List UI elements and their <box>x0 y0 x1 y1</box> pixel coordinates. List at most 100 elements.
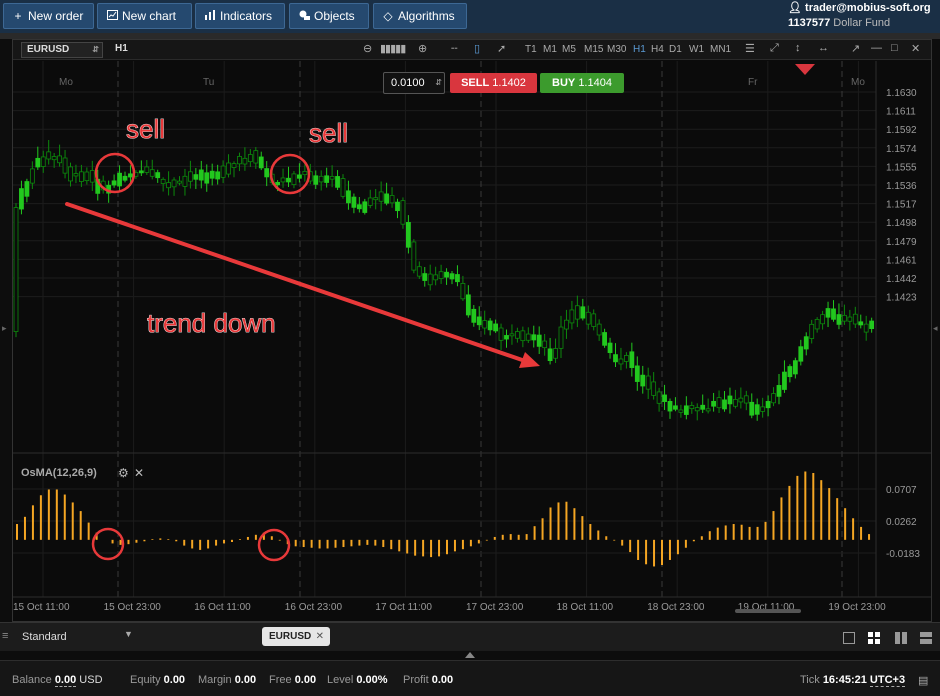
candle-body <box>482 320 488 329</box>
tab-eurusd[interactable]: EURUSD ✕ <box>262 627 330 646</box>
candle-body <box>733 399 738 407</box>
close-tab-icon[interactable]: ✕ <box>316 627 324 646</box>
workspace-dropdown-icon[interactable]: ▼ <box>124 629 133 639</box>
time-tick-label: 17 Oct 11:00 <box>375 602 432 613</box>
horizontal-line-icon[interactable]: ↔ <box>818 42 829 54</box>
sell-button[interactable]: SELL 1.1402 <box>450 73 537 93</box>
candle-body <box>645 375 651 390</box>
timeframe-t1[interactable]: T1 <box>525 44 537 55</box>
candle-body <box>863 323 869 333</box>
zoom-slider[interactable]: ▮▮▮▮▮ <box>380 42 406 55</box>
updown-icon: ⇵ <box>92 45 99 54</box>
day-label: Mo <box>59 77 73 88</box>
algorithms-button[interactable]: ◇ Algorithms <box>373 3 467 29</box>
trend-arrow-head <box>519 352 540 368</box>
candle-body <box>444 271 449 278</box>
candle-body <box>335 176 340 188</box>
candle-body <box>738 397 744 403</box>
layout-single-icon[interactable] <box>843 632 855 644</box>
candle-body <box>182 175 188 187</box>
candle-body <box>138 170 144 174</box>
free-margin: Free 0.00 <box>269 674 317 686</box>
candle-body <box>836 314 842 325</box>
indicators-button[interactable]: Indicators <box>195 3 285 29</box>
chart-canvas[interactable]: 1.1630 1.1611 1.1592 1.1574 1.1555 1.1536 1.15… <box>13 61 931 621</box>
indicator-settings-icon: ⚙ <box>118 466 129 480</box>
candle-body <box>395 201 400 212</box>
candle-body <box>51 156 57 161</box>
line-chart-icon[interactable]: ➚ <box>497 42 506 55</box>
margin: Margin 0.00 <box>198 674 257 686</box>
horizontal-scrollbar <box>735 609 801 613</box>
price-tick-label: 1.1461 <box>886 255 917 266</box>
candle-body <box>525 333 531 341</box>
crosshair-icon[interactable]: ⤢ <box>770 42 779 55</box>
candle-body <box>471 308 477 323</box>
indicators-label: Indicators <box>220 9 273 23</box>
new-order-button[interactable]: + New order <box>3 3 94 29</box>
zoom-in-icon[interactable]: ⊕ <box>418 42 427 55</box>
volume-stepper[interactable]: ⇵ <box>435 73 442 93</box>
candle-body <box>155 172 161 179</box>
price-tick-label: 1.1423 <box>886 293 917 304</box>
buy-button[interactable]: BUY 1.1404 <box>540 73 624 93</box>
time-tick-label: 18 Oct 11:00 <box>557 602 614 613</box>
candle-body <box>275 181 281 186</box>
price-tick-label: 1.1442 <box>886 274 917 285</box>
diamond-icon: ◇ <box>383 9 393 23</box>
timeframe-m1[interactable]: M1 <box>543 44 557 55</box>
timeframe-d1[interactable]: D1 <box>669 44 682 55</box>
candle-body <box>460 283 466 300</box>
timeframe-w1[interactable]: W1 <box>689 44 704 55</box>
symbol-selector[interactable]: EURUSD ⇵ <box>21 42 103 58</box>
candle-body <box>198 169 204 181</box>
timeframe-m30[interactable]: M30 <box>607 44 626 55</box>
candle-body <box>455 274 460 283</box>
left-collapse-arrow[interactable]: ▸ <box>2 323 7 334</box>
timeframe-h4[interactable]: H4 <box>651 44 664 55</box>
candle-body <box>651 381 657 396</box>
right-collapse-arrow[interactable]: ◂ <box>933 323 938 334</box>
layout-columns-icon[interactable] <box>895 632 907 644</box>
osma-tick-label: 0.0262 <box>886 517 917 528</box>
panel-handle-icon[interactable] <box>465 652 475 658</box>
minimize-icon[interactable]: — <box>871 42 882 54</box>
candle-body <box>237 156 242 165</box>
candle-body <box>852 313 858 325</box>
new-order-label: New order <box>28 9 84 23</box>
candle-chart-icon[interactable]: ▯ <box>474 42 480 55</box>
account-info[interactable]: 👤︎ trader@mobius-soft.org 1137577 Dollar… <box>788 1 936 31</box>
new-chart-button[interactable]: New chart <box>97 3 192 29</box>
layout-grid-icon[interactable] <box>868 632 880 644</box>
detach-icon[interactable]: ↗ <box>851 42 860 55</box>
volume-input[interactable]: 0.0100 ⇵ <box>383 72 445 94</box>
price-tick-label: 1.1592 <box>886 125 917 136</box>
timeframe-m15[interactable]: M15 <box>584 44 603 55</box>
candle-body <box>19 188 24 210</box>
price-tick-label: 1.1630 <box>886 88 917 99</box>
menu-icon[interactable]: ≡ <box>2 630 8 642</box>
chart-settings-icon[interactable]: ☰ <box>745 42 755 55</box>
bar-chart-icon[interactable]: ╌ <box>451 42 458 55</box>
close-chart-icon[interactable]: ✕ <box>911 42 920 55</box>
candle-body <box>683 405 689 415</box>
timeframe-h1[interactable]: H1 <box>633 44 646 55</box>
maximize-icon[interactable]: □ <box>891 42 898 54</box>
candle-body <box>177 180 182 184</box>
timeframe-mn1[interactable]: MN1 <box>710 44 731 55</box>
layout-rows-icon[interactable] <box>920 632 932 644</box>
candle-body <box>367 197 373 206</box>
candle-body <box>29 168 35 184</box>
candle-body <box>700 404 706 410</box>
candle-body <box>384 193 390 204</box>
candle-body <box>825 308 831 318</box>
workspace-selector[interactable]: Standard <box>22 631 67 643</box>
timeframe-m5[interactable]: M5 <box>562 44 576 55</box>
vertical-line-icon[interactable]: ↕ <box>795 42 801 54</box>
candle-body <box>602 332 607 346</box>
objects-icon <box>298 4 310 28</box>
zoom-out-icon[interactable]: ⊖ <box>363 42 372 55</box>
objects-button[interactable]: Objects <box>289 3 369 29</box>
day-label: Mo <box>851 77 865 88</box>
candle-body <box>498 327 504 341</box>
